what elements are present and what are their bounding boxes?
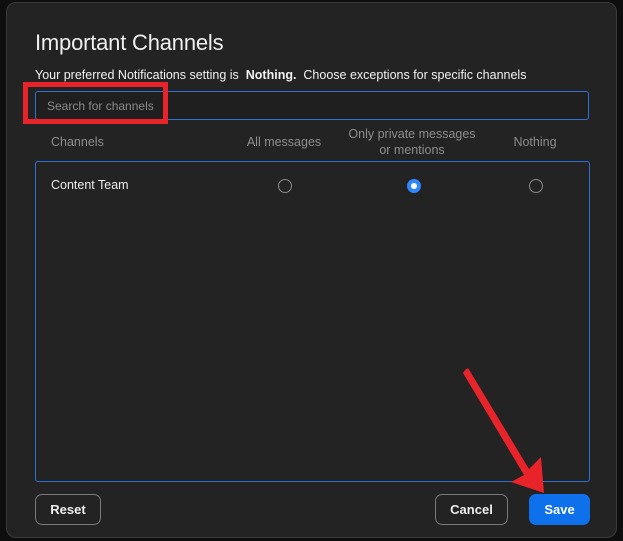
channel-name: Content Team [51,178,129,192]
column-header-private-messages: Only private messages or mentions [336,126,488,158]
subtitle-setting-value: Nothing. [245,68,297,82]
column-header-private-line2: or mentions [379,143,445,157]
channel-list: Content Team [35,161,590,482]
reset-button[interactable]: Reset [35,494,101,525]
important-channels-dialog: Important Channels Your preferred Notifi… [6,2,617,538]
column-header-private-line1: Only private messages [348,127,476,141]
radio-all-messages[interactable] [278,179,292,193]
column-header-nothing: Nothing [513,135,557,149]
save-button[interactable]: Save [529,494,590,525]
radio-nothing[interactable] [529,179,543,193]
search-channels-field[interactable] [35,91,589,120]
column-header-channels: Channels [51,135,104,149]
dialog-title: Important Channels [35,30,224,55]
cancel-button[interactable]: Cancel [435,494,508,525]
subtitle-prefix: Your preferred Notifications setting is [35,68,239,82]
channel-row-content-team: Content Team [36,162,589,208]
column-header-all-messages: All messages [246,135,322,149]
subtitle-suffix: Choose exceptions for specific channels [303,68,527,82]
radio-private-messages-selected[interactable] [407,179,421,193]
notification-setting-description: Your preferred Notifications setting is … [35,68,526,82]
search-channels-input[interactable] [36,92,588,119]
